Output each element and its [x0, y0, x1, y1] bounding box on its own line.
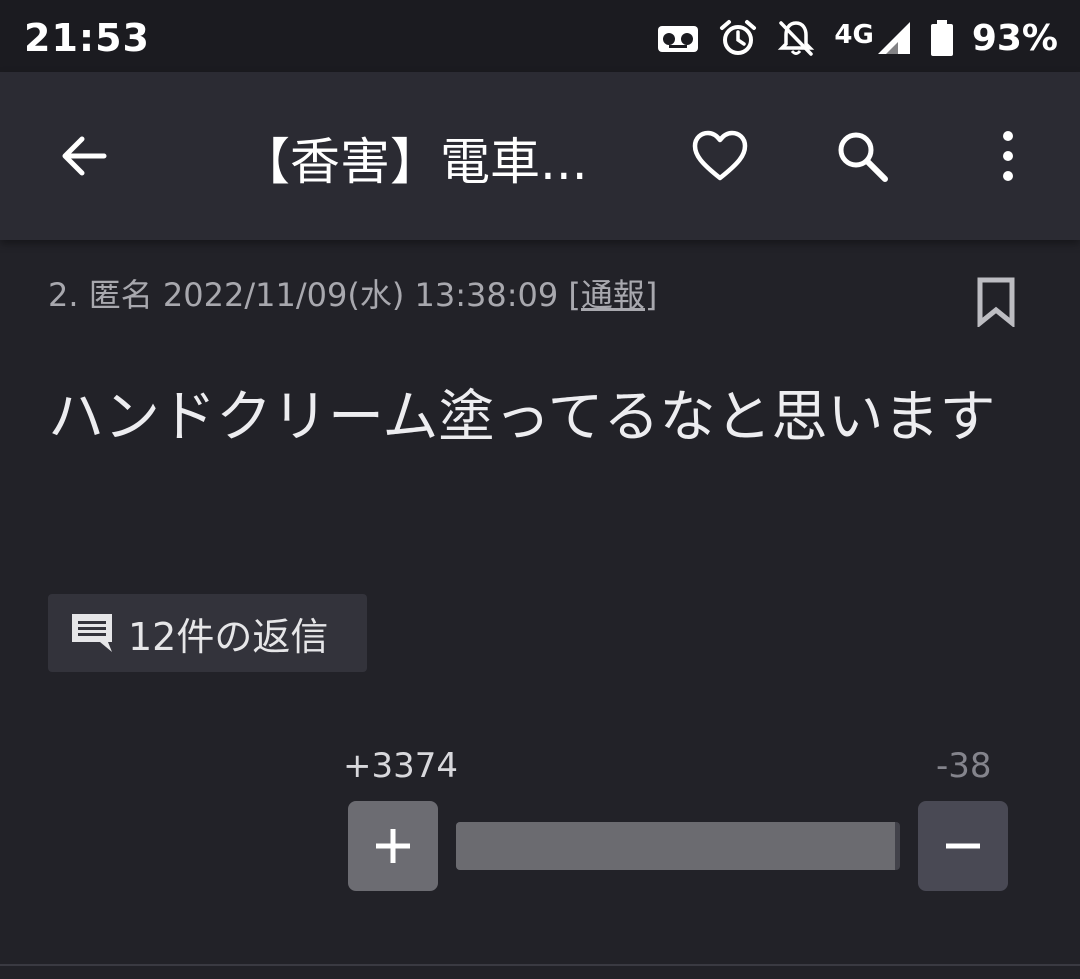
- downvote-button[interactable]: [918, 801, 1008, 891]
- vote-ratio-fill: [456, 822, 896, 870]
- battery-percentage: 93%: [971, 17, 1058, 59]
- arrow-back-icon: [62, 136, 107, 176]
- battery-icon: [930, 19, 954, 57]
- bookmark-icon: [977, 277, 1015, 327]
- comment-icon: [72, 614, 112, 652]
- favorite-button[interactable]: [680, 116, 760, 196]
- alarm-icon: [718, 18, 758, 58]
- bookmark-button[interactable]: [970, 274, 1022, 330]
- cellular-signal: 4G: [834, 20, 911, 56]
- upvote-button[interactable]: [348, 801, 438, 891]
- plus-icon: [376, 829, 410, 863]
- post-number: 2.: [48, 276, 79, 314]
- post-meta: 2. 匿名 2022/11/09(水) 13:38:09 [通報]: [48, 270, 657, 316]
- post-card: 2. 匿名 2022/11/09(水) 13:38:09 [通報] ハンドクリー…: [0, 240, 1080, 966]
- page-title: 【香害】電車...: [240, 133, 588, 191]
- network-type-label: 4G: [834, 20, 874, 50]
- status-icons: 4G 93%: [656, 14, 1058, 62]
- replies-label: 12件の返信: [128, 614, 329, 659]
- search-icon: [838, 132, 888, 182]
- back-button[interactable]: [44, 116, 124, 196]
- report-link[interactable]: [通報]: [568, 276, 657, 314]
- replies-button[interactable]: 12件の返信: [48, 594, 367, 672]
- post-author: 匿名: [88, 276, 153, 314]
- post-divider: [0, 964, 1080, 966]
- app-bar: 【香害】電車...: [0, 72, 1080, 240]
- heart-icon: [692, 130, 748, 181]
- post-body: ハンドクリーム塗ってるなと思います: [48, 385, 996, 450]
- signal-icon: [876, 20, 912, 56]
- status-bar: 21:53 4G 93%: [0, 0, 1080, 72]
- status-time: 21:53: [24, 16, 150, 60]
- post-date: 2022/11/09(水) 13:38:09: [162, 276, 559, 314]
- more-options-button[interactable]: [968, 116, 1048, 196]
- more-vert-icon: [1003, 131, 1013, 181]
- voicemail-icon: [656, 20, 700, 56]
- minus-vote-count: -38: [936, 746, 992, 786]
- vote-ratio-bar: [456, 822, 900, 870]
- plus-vote-count: +3374: [343, 746, 459, 786]
- notifications-off-icon: [776, 18, 816, 58]
- search-button[interactable]: [822, 116, 902, 196]
- minus-icon: [946, 843, 980, 849]
